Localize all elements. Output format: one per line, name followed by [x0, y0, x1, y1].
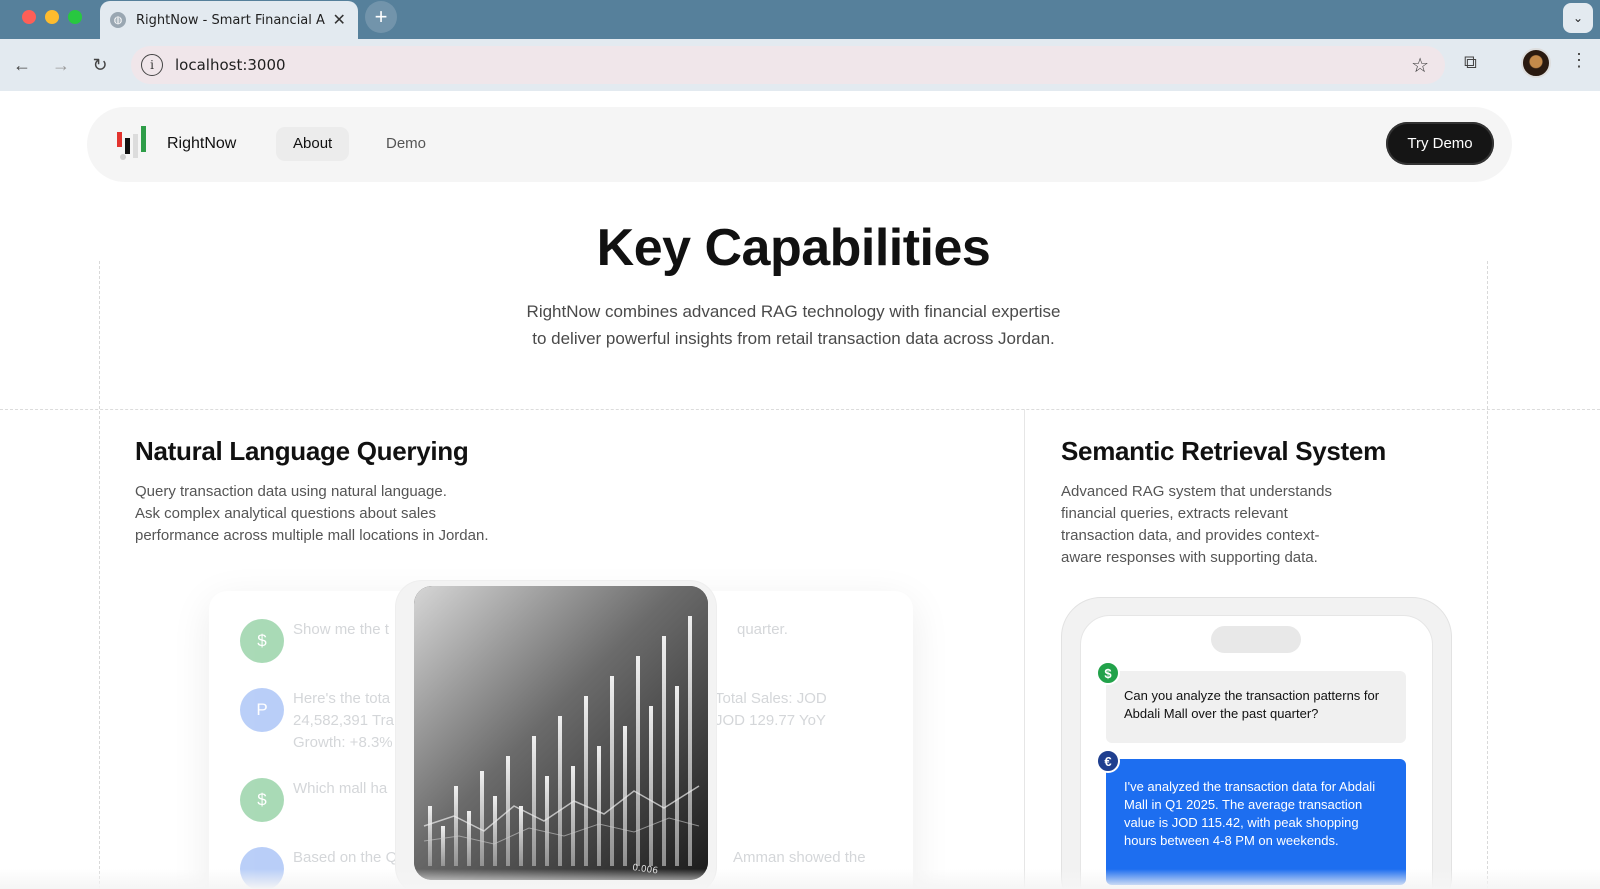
- ghost-text: JOD 129.77 YoY: [715, 712, 826, 729]
- subtitle-line-2: to deliver powerful insights from retail…: [532, 329, 1055, 348]
- address-url[interactable]: localhost:3000: [175, 56, 286, 74]
- minimize-window-button[interactable]: [45, 10, 59, 24]
- ghost-text: Here's the tota: [293, 690, 391, 707]
- browser-tab-strip: ◍ RightNow - Smart Financial A ✕ + ⌄: [0, 0, 1600, 39]
- feature-desc-nlq: Query transaction data using natural lan…: [135, 481, 489, 547]
- desc-line: Query transaction data using natural lan…: [135, 483, 447, 500]
- new-tab-button[interactable]: +: [365, 1, 397, 33]
- photo-bar: [480, 771, 484, 866]
- euro-badge-icon: €: [1096, 749, 1120, 773]
- browser-tab-active[interactable]: ◍ RightNow - Smart Financial A ✕: [100, 1, 358, 39]
- ghost-text: Which mall ha: [293, 780, 388, 797]
- desc-line: financial queries, extracts relevant: [1061, 505, 1288, 522]
- photo-bar: [662, 636, 666, 866]
- globe-icon: ◍: [110, 12, 126, 28]
- ghost-text: Total Sales: JOD: [715, 690, 827, 707]
- browser-menu-icon[interactable]: ⋮: [1570, 50, 1588, 71]
- ghost-text-block: Here's the tota 24,582,391 Tra Growth: +…: [293, 688, 394, 754]
- phone-notch: [1211, 626, 1301, 653]
- photo-bar: [636, 656, 640, 866]
- page-bottom-fade: [0, 869, 1600, 889]
- guide-line-horizontal: [0, 409, 1600, 410]
- rightnow-logo-icon: [117, 126, 146, 160]
- brand-name[interactable]: RightNow: [167, 135, 236, 153]
- photo-bar: [532, 736, 536, 866]
- site-info-icon[interactable]: i: [141, 54, 163, 76]
- feature-desc-semantic: Advanced RAG system that understands fin…: [1061, 481, 1332, 569]
- ghost-text: Growth: +8.3%: [293, 734, 393, 751]
- photo-bar: [545, 776, 549, 866]
- section-title: Key Capabilities: [596, 219, 991, 277]
- desc-line: transaction data, and provides context-: [1061, 527, 1320, 544]
- ghost-text-block: Total Sales: JOD JOD 129.77 YoY: [715, 688, 827, 732]
- guide-line-right: [1487, 261, 1488, 889]
- close-window-button[interactable]: [22, 10, 36, 24]
- desc-line: performance across multiple mall locatio…: [135, 527, 489, 544]
- column-divider: [1024, 409, 1025, 889]
- photo-bar: [428, 806, 432, 866]
- nav-link-about[interactable]: About: [276, 127, 350, 161]
- ghost-text: Amman showed the: [733, 849, 866, 866]
- photo-bar: [519, 806, 523, 866]
- browser-toolbar: ← → ↻ i localhost:3000 ☆: [0, 39, 1600, 91]
- back-arrow-icon[interactable]: ←: [10, 53, 34, 77]
- top-navbar: RightNow About Demo Try Demo: [87, 107, 1512, 182]
- ghost-chat-row: P Here's the tota 24,582,391 Tra Growth:…: [240, 688, 827, 754]
- photo-bar: [649, 706, 653, 866]
- assistant-answer-bubble: I've analyzed the transaction data for A…: [1106, 759, 1406, 885]
- photo-bar: [441, 826, 445, 866]
- photo-bar: [454, 786, 458, 866]
- dollar-avatar-icon: $: [240, 619, 284, 663]
- photo-bar: [571, 766, 575, 866]
- try-demo-button[interactable]: Try Demo: [1386, 122, 1494, 165]
- desc-line: aware responses with supporting data.: [1061, 549, 1318, 566]
- stock-chart-image: 0.006: [414, 586, 708, 880]
- photo-bar: [688, 616, 692, 866]
- ghost-chat-row: $ Show me the t quarter.: [240, 619, 788, 663]
- feature-title-nlq: Natural Language Querying: [135, 436, 469, 466]
- ghost-text: 24,582,391 Tra: [293, 712, 394, 729]
- nav-link-demo[interactable]: Demo: [379, 127, 433, 161]
- dollar-avatar-icon: $: [240, 778, 284, 822]
- ghost-text: Show me the t: [293, 621, 389, 638]
- ghost-chat-row: $ Which mall ha: [240, 778, 387, 822]
- photo-bar: [584, 696, 588, 866]
- financial-chart-photo: 0.006: [414, 586, 708, 880]
- maximize-window-button[interactable]: [68, 10, 82, 24]
- photo-bar: [493, 796, 497, 866]
- ghost-text: quarter.: [737, 621, 788, 638]
- desc-line: Advanced RAG system that understands: [1061, 483, 1332, 500]
- tab-title: RightNow - Smart Financial A: [136, 12, 325, 28]
- photo-bar: [597, 746, 601, 866]
- p-avatar-icon: P: [240, 688, 284, 732]
- address-bar[interactable]: i localhost:3000 ☆: [131, 46, 1445, 84]
- photo-bar: [558, 716, 562, 866]
- photo-bar: [675, 686, 679, 866]
- bookmark-star-icon[interactable]: ☆: [1411, 53, 1429, 78]
- forward-arrow-icon[interactable]: →: [49, 53, 73, 77]
- profile-avatar[interactable]: [1521, 48, 1551, 78]
- close-tab-icon[interactable]: ✕: [330, 10, 348, 30]
- subtitle-line-1: RightNow combines advanced RAG technolog…: [526, 302, 1061, 321]
- section-subtitle: RightNow combines advanced RAG technolog…: [0, 298, 1587, 352]
- feature-title-semantic: Semantic Retrieval System: [1061, 436, 1386, 466]
- desc-line: Ask complex analytical questions about s…: [135, 505, 436, 522]
- page-viewport: RightNow About Demo Try Demo Key Capabil…: [0, 91, 1600, 889]
- guide-line-left: [99, 261, 100, 889]
- window-controls: [22, 10, 82, 24]
- reload-icon[interactable]: ↻: [88, 53, 112, 77]
- dollar-badge-icon: $: [1096, 661, 1120, 685]
- extensions-puzzle-icon[interactable]: ⧉: [1464, 52, 1477, 73]
- tab-search-button[interactable]: ⌄: [1563, 3, 1593, 33]
- user-question-bubble: Can you analyze the transaction patterns…: [1106, 671, 1406, 743]
- photo-bar: [610, 676, 614, 866]
